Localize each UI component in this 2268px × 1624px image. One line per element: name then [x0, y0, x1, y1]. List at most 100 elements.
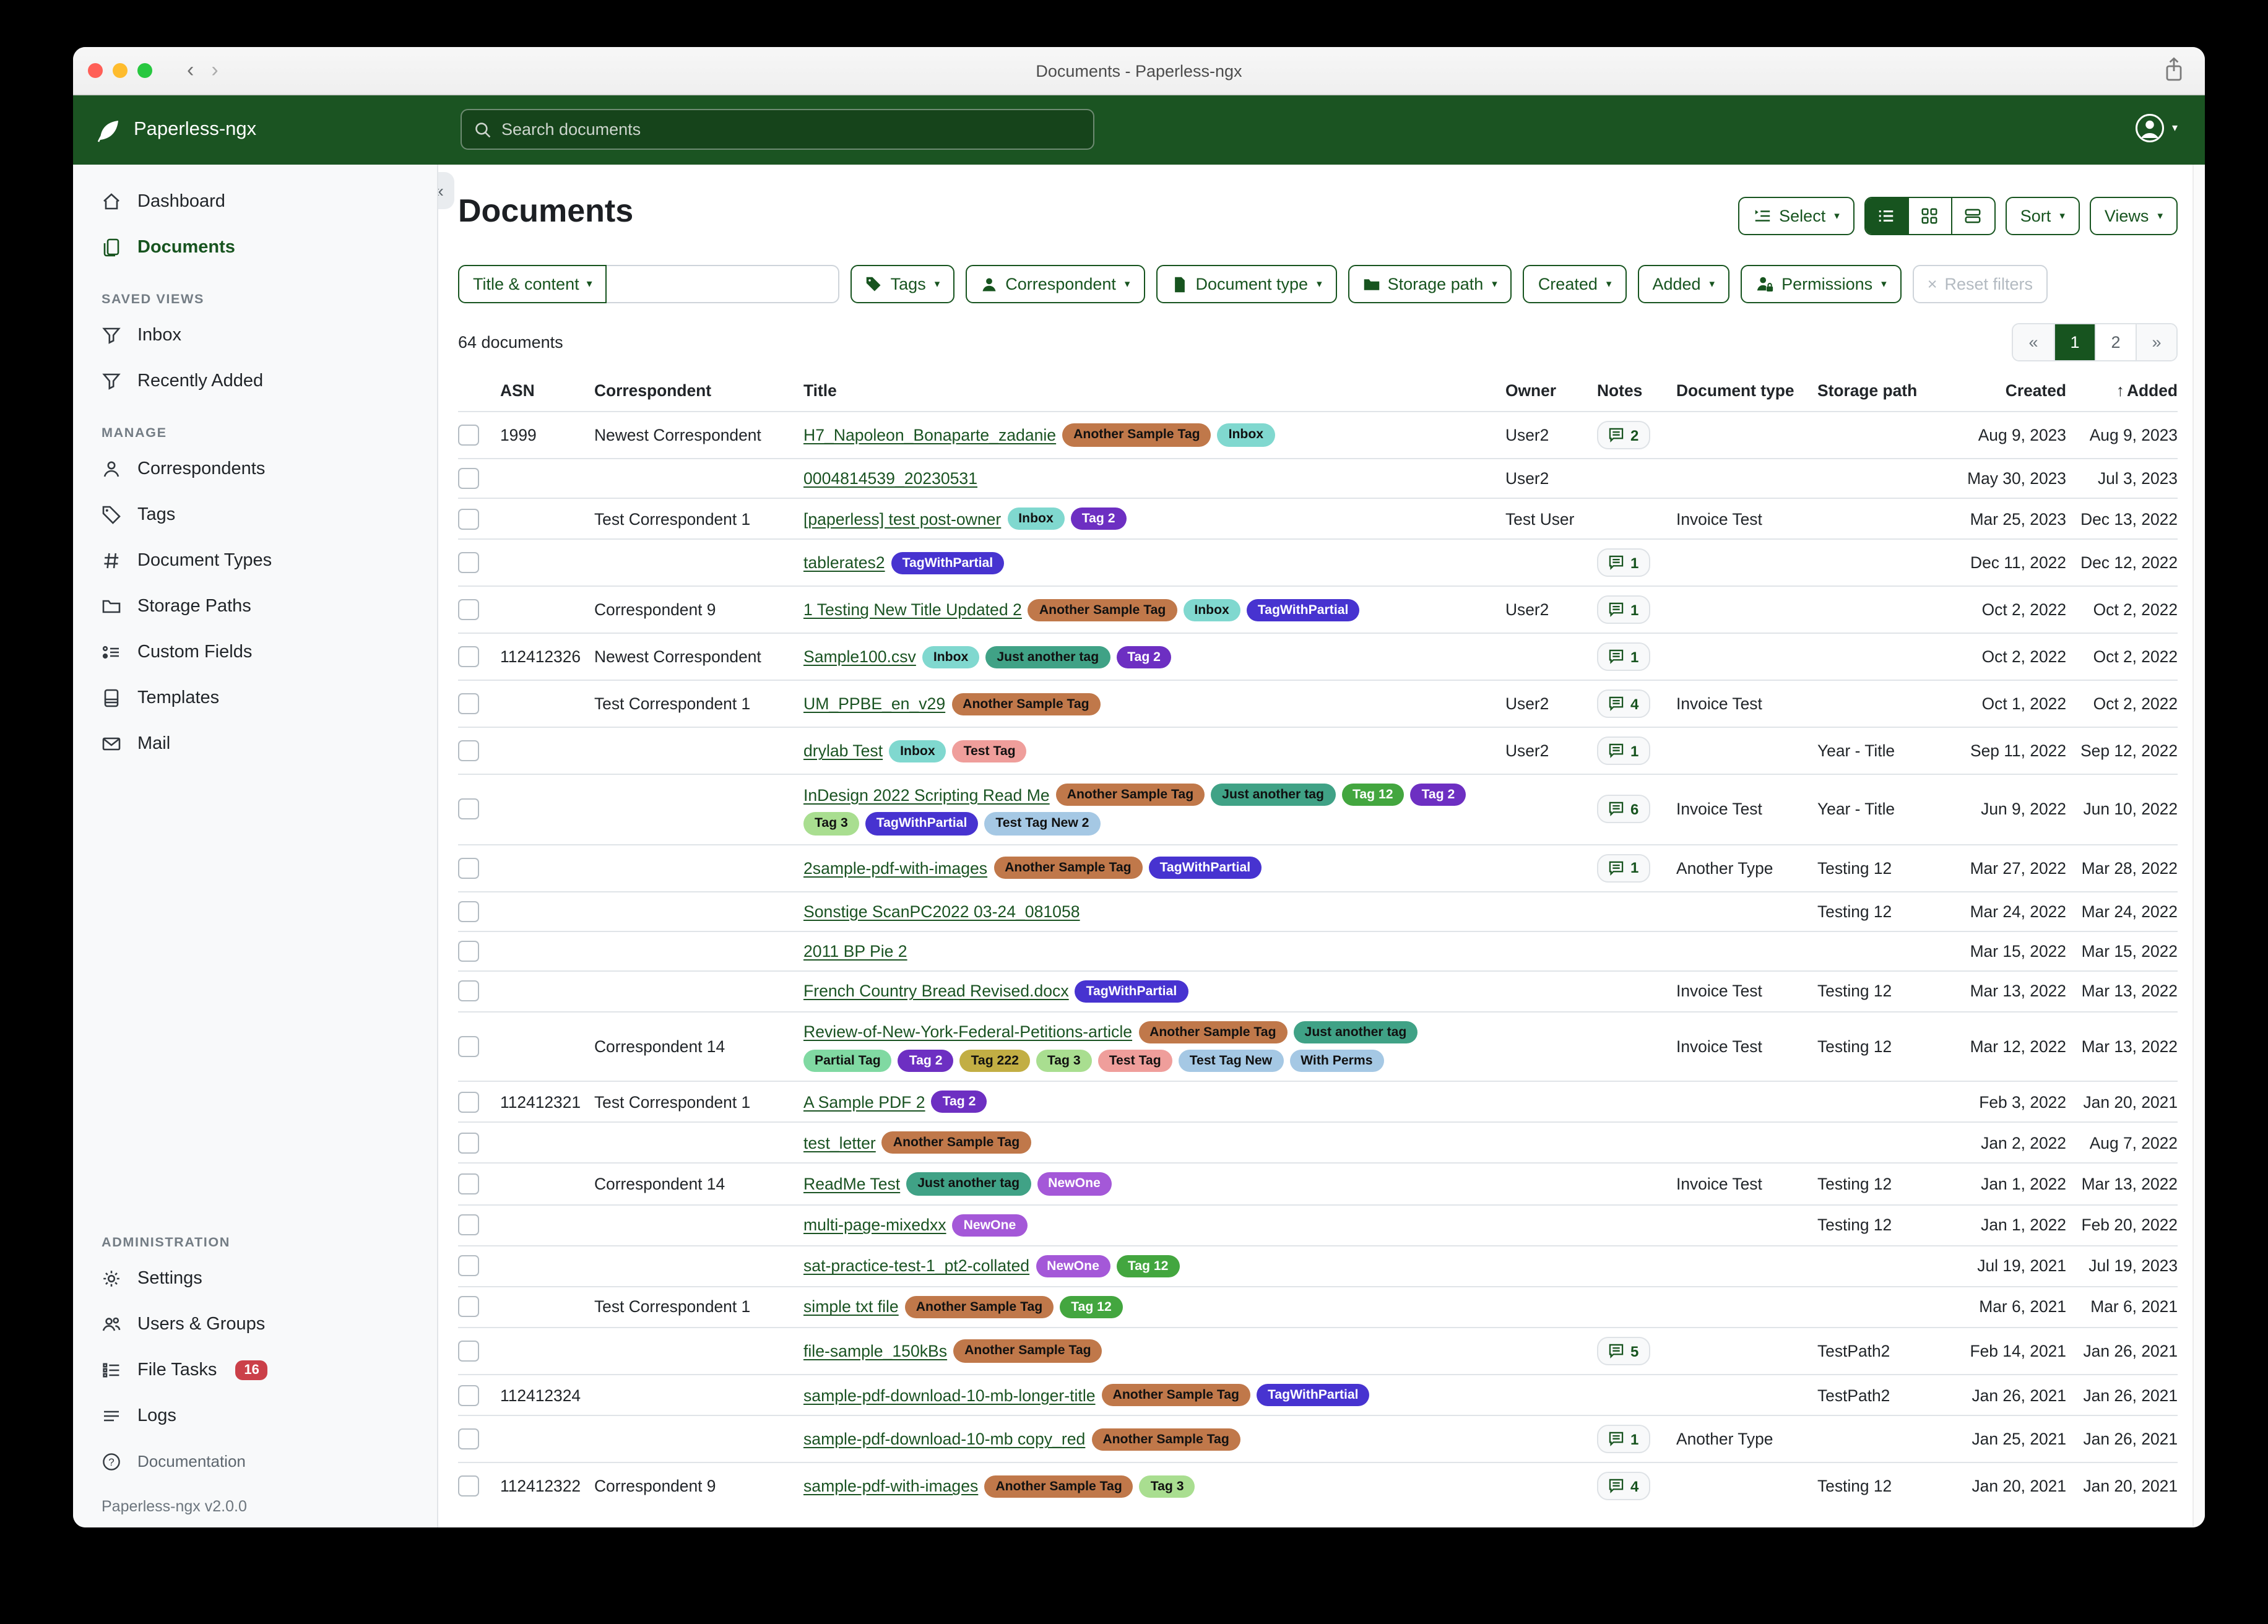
storage-path-value[interactable]: TestPath2 [1817, 1342, 1937, 1360]
added-filter-button[interactable]: Added ▾ [1637, 265, 1729, 303]
permissions-filter-button[interactable]: Permissions ▾ [1741, 265, 1902, 303]
tag-pill[interactable]: Inbox [1183, 598, 1240, 621]
tag-pill[interactable]: Tag 2 [932, 1091, 987, 1113]
title-content-filter-input[interactable] [607, 265, 840, 303]
tag-pill[interactable]: TagWithPartial [865, 813, 979, 835]
document-title-link[interactable]: sample-pdf-with-images [803, 1477, 978, 1495]
header-correspondent[interactable]: Correspondent [594, 381, 799, 400]
pagination-page-2[interactable]: 2 [2095, 324, 2136, 360]
document-title-link[interactable]: 0004814539_20230531 [803, 469, 977, 488]
pagination-prev-button[interactable]: « [2013, 324, 2054, 360]
document-title-link[interactable]: tablerates2 [803, 553, 885, 572]
tag-pill[interactable]: Inbox [889, 740, 946, 762]
document-title-link[interactable]: 1 Testing New Title Updated 2 [803, 600, 1022, 619]
header-notes[interactable]: Notes [1597, 381, 1671, 400]
document-title-link[interactable]: test_letter [803, 1134, 876, 1152]
row-checkbox[interactable] [458, 1173, 479, 1194]
sidebar-item-inbox[interactable]: Inbox [73, 316, 437, 354]
notes-badge[interactable]: 1 [1597, 595, 1650, 624]
tag-pill[interactable]: Another Sample Tag [951, 693, 1100, 715]
document-title-link[interactable]: InDesign 2022 Scripting Read Me [803, 786, 1050, 805]
sidebar-item-templates[interactable]: Templates [73, 678, 437, 717]
row-checkbox[interactable] [458, 857, 479, 878]
forward-icon[interactable]: › [211, 58, 218, 83]
row-checkbox[interactable] [458, 1036, 479, 1057]
row-checkbox[interactable] [458, 693, 479, 714]
storage-path-value[interactable]: Testing 12 [1817, 982, 1937, 1000]
document-type-value[interactable]: Invoice Test [1676, 800, 1812, 819]
sidebar-item-documentation[interactable]: ? Documentation [73, 1442, 437, 1480]
tag-pill[interactable]: With Perms [1289, 1050, 1383, 1072]
row-checkbox[interactable] [458, 1214, 479, 1235]
tag-pill[interactable]: Inbox [1007, 508, 1065, 530]
row-checkbox[interactable] [458, 468, 479, 489]
document-title-link[interactable]: drylab Test [803, 741, 883, 760]
sidebar-item-mail[interactable]: Mail [73, 724, 437, 762]
document-type-value[interactable]: Invoice Test [1676, 1175, 1812, 1193]
sidebar-item-custom-fields[interactable]: Custom Fields [73, 633, 437, 671]
document-title-link[interactable]: Review-of-New-York-Federal-Petitions-art… [803, 1023, 1132, 1042]
tag-pill[interactable]: Tag 2 [1116, 646, 1172, 668]
brand[interactable]: Paperless-ngx [94, 116, 256, 144]
document-title-link[interactable]: Sample100.csv [803, 647, 916, 666]
document-type-value[interactable]: Invoice Test [1676, 982, 1812, 1000]
document-type-value[interactable]: Another Type [1676, 1430, 1812, 1448]
document-title-link[interactable]: A Sample PDF 2 [803, 1092, 925, 1111]
pagination-page-1[interactable]: 1 [2054, 324, 2095, 360]
tags-filter-button[interactable]: Tags ▾ [851, 265, 955, 303]
row-checkbox[interactable] [458, 1256, 479, 1277]
storage-path-filter-button[interactable]: Storage path ▾ [1348, 265, 1512, 303]
tag-pill[interactable]: Just another tag [906, 1173, 1031, 1195]
correspondent-value[interactable]: Test Correspondent 1 [594, 509, 799, 528]
tag-pill[interactable]: NewOne [1036, 1255, 1110, 1277]
document-title-link[interactable]: UM_PPBE_en_v29 [803, 694, 945, 713]
document-title-link[interactable]: ReadMe Test [803, 1175, 900, 1193]
tag-pill[interactable]: Tag 2 [1071, 508, 1127, 530]
tag-pill[interactable]: Another Sample Tag [953, 1340, 1102, 1362]
storage-path-value[interactable]: Testing 12 [1817, 1037, 1937, 1056]
sidebar-item-file-tasks[interactable]: File Tasks 16 [73, 1350, 437, 1389]
row-checkbox[interactable] [458, 740, 479, 761]
storage-path-value[interactable]: Testing 12 [1817, 1175, 1937, 1193]
tag-pill[interactable]: Inbox [1218, 424, 1275, 446]
tag-pill[interactable]: Just another tag [1211, 784, 1335, 806]
header-added[interactable]: ↑Added [2071, 381, 2178, 400]
tag-pill[interactable]: Tag 12 [1341, 784, 1405, 806]
header-created[interactable]: Created [1942, 381, 2066, 400]
notes-badge[interactable]: 1 [1597, 548, 1650, 577]
reset-filters-button[interactable]: × Reset filters [1913, 265, 2048, 303]
row-checkbox[interactable] [458, 425, 479, 446]
tag-pill[interactable]: TagWithPartial [1257, 1384, 1370, 1406]
tag-pill[interactable]: Another Sample Tag [1062, 424, 1211, 446]
user-menu[interactable]: ▾ [2135, 113, 2178, 144]
pagination-next-button[interactable]: » [2136, 324, 2176, 360]
minimize-window-button[interactable] [113, 63, 128, 78]
notes-badge[interactable]: 1 [1597, 642, 1650, 671]
tag-pill[interactable]: Inbox [922, 646, 980, 668]
sidebar-item-correspondents[interactable]: Correspondents [73, 449, 437, 488]
sidebar-item-dashboard[interactable]: Dashboard [73, 182, 437, 220]
correspondent-value[interactable]: Test Correspondent 1 [594, 694, 799, 713]
tag-pill[interactable]: Test Tag [953, 740, 1027, 762]
sidebar-item-document-types[interactable]: Document Types [73, 541, 437, 579]
title-content-filter-button[interactable]: Title & content ▾ [458, 265, 607, 303]
notes-badge[interactable]: 4 [1597, 1472, 1650, 1500]
row-checkbox[interactable] [458, 1384, 479, 1406]
tag-pill[interactable]: Another Sample Tag [905, 1296, 1054, 1318]
tag-pill[interactable]: Partial Tag [803, 1050, 892, 1072]
row-checkbox[interactable] [458, 646, 479, 667]
tag-pill[interactable]: TagWithPartial [1075, 980, 1188, 1002]
row-checkbox[interactable] [458, 980, 479, 1001]
storage-path-value[interactable]: TestPath2 [1817, 1386, 1937, 1404]
row-checkbox[interactable] [458, 1341, 479, 1362]
document-title-link[interactable]: simple txt file [803, 1298, 899, 1316]
tag-pill[interactable]: Test Tag New 2 [984, 813, 1100, 835]
tag-pill[interactable]: Another Sample Tag [993, 857, 1142, 879]
storage-path-value[interactable]: Testing 12 [1817, 858, 1937, 877]
row-checkbox[interactable] [458, 552, 479, 573]
header-storage-path[interactable]: Storage path [1817, 381, 1937, 400]
created-filter-button[interactable]: Created ▾ [1523, 265, 1627, 303]
row-checkbox[interactable] [458, 1091, 479, 1112]
document-title-link[interactable]: sample-pdf-download-10-mb copy_red [803, 1430, 1085, 1448]
document-type-value[interactable]: Invoice Test [1676, 694, 1812, 713]
